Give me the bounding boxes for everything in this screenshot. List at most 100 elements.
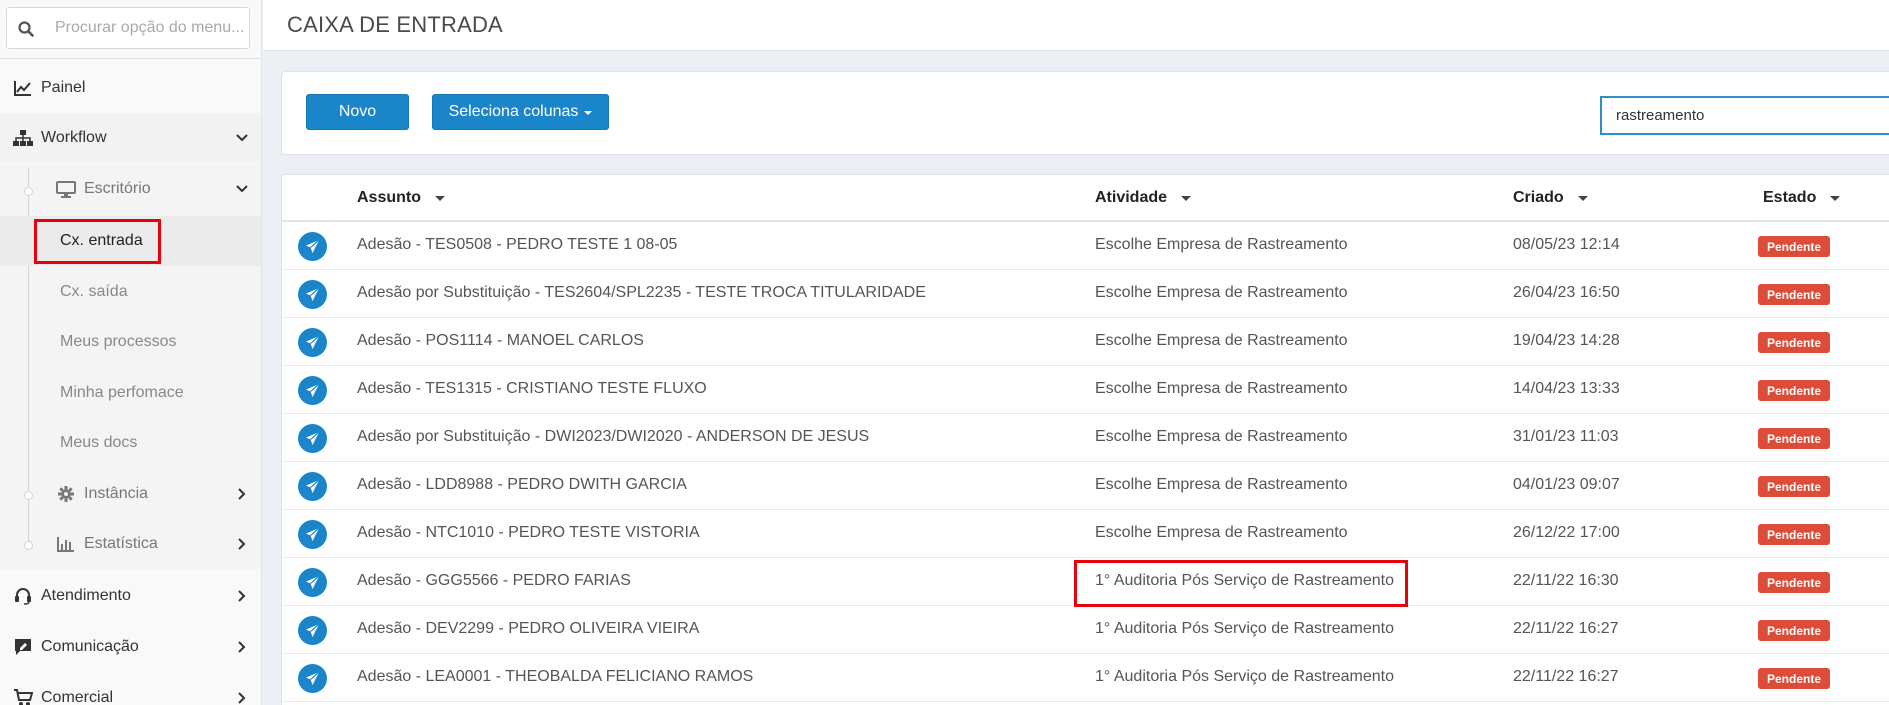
cell-atividade: Escolhe Empresa de Rastreamento (1095, 380, 1348, 397)
sidebar-item-escritorio[interactable]: Escritório (0, 164, 261, 214)
page-title: CAIXA DE ENTRADA (287, 12, 503, 37)
cell-criado: 14/04/23 13:33 (1513, 380, 1620, 397)
cell-criado: 19/04/23 14:28 (1513, 332, 1620, 349)
chevron-right-icon (236, 538, 248, 550)
sidebar-item-label: Workflow (41, 129, 107, 146)
gear-icon (56, 485, 76, 503)
table-row[interactable]: Adesão - TES0508 - PEDRO TESTE 1 08-05 Es… (282, 222, 1889, 270)
send-icon[interactable] (298, 328, 327, 357)
table-row[interactable]: Adesão - POS1114 - MANOEL CARLOS Escolhe … (282, 318, 1889, 366)
cell-assunto: Adesão por Substituição - TES2604/SPL223… (357, 284, 926, 301)
sidebar-item-label: Minha perfomace (60, 384, 184, 401)
bar-chart-icon (56, 535, 76, 553)
send-icon[interactable] (298, 280, 327, 309)
sidebar-item-cx-saida[interactable]: Cx. saída (0, 267, 261, 317)
column-header-label: Atividade (1095, 189, 1168, 206)
sidebar-item-workflow[interactable]: Workflow (0, 113, 261, 163)
inbox-table: Assunto Atividade Criado Estado Adesão -… (281, 174, 1889, 705)
select-columns-label: Seleciona colunas (448, 103, 579, 120)
send-icon[interactable] (298, 568, 327, 597)
send-icon[interactable] (298, 664, 327, 693)
sidebar-item-label: Estatística (84, 535, 158, 552)
table-row[interactable]: Adesão - DEV2299 - PEDRO OLIVEIRA VIEIRA… (282, 606, 1889, 654)
status-badge: Pendente (1758, 476, 1831, 497)
cell-assunto: Adesão - POS1114 - MANOEL CARLOS (357, 332, 644, 349)
sidebar-item-painel[interactable]: Painel (0, 63, 261, 113)
table-row[interactable]: Adesão - NTC1010 - PEDRO TESTE VISTORIA E… (282, 510, 1889, 558)
filter-input[interactable] (1600, 96, 1889, 135)
sidebar-item-comercial[interactable]: Comercial (0, 673, 261, 705)
cell-atividade: Escolhe Empresa de Rastreamento (1095, 284, 1348, 301)
chevron-right-icon (236, 590, 248, 602)
comment-edit-icon (13, 637, 33, 657)
cell-atividade: Escolhe Empresa de Rastreamento (1095, 524, 1348, 541)
sidebar-item-meus-docs[interactable]: Meus docs (0, 418, 261, 468)
cell-criado: 22/11/22 16:30 (1513, 572, 1619, 589)
cell-assunto: Adesão - TES1315 - CRISTIANO TESTE FLUXO (357, 380, 707, 397)
send-icon[interactable] (298, 472, 327, 501)
sidebar-item-label: Meus processos (60, 333, 177, 350)
sort-caret-icon (435, 195, 445, 201)
desktop-icon (56, 180, 76, 198)
cell-atividade: 1° Auditoria Pós Serviço de Rastreamento (1095, 668, 1394, 685)
main-content: CAIXA DE ENTRADA Novo Seleciona colunas … (263, 0, 1889, 705)
page-header: CAIXA DE ENTRADA (263, 0, 1889, 51)
table-row[interactable]: Adesão por Substituição - TES2604/SPL223… (282, 270, 1889, 318)
table-row[interactable]: Adesão - LEA0001 - THEOBALDA FELICIANO R… (282, 654, 1889, 702)
sidebar-item-instancia[interactable]: Instância (0, 469, 261, 519)
cell-atividade: 1° Auditoria Pós Serviço de Rastreamento (1095, 620, 1394, 637)
column-header-criado[interactable]: Criado (1513, 189, 1588, 207)
cell-criado: 22/11/22 16:27 (1513, 668, 1619, 685)
headset-icon (13, 586, 33, 606)
sidebar-item-label: Atendimento (41, 587, 131, 604)
sort-caret-icon (1830, 195, 1841, 201)
sort-caret-icon (1181, 195, 1192, 201)
sidebar: Painel Workflow Escritório Cx. entrada C… (0, 0, 262, 705)
cell-atividade: Escolhe Empresa de Rastreamento (1095, 428, 1348, 445)
sidebar-item-label: Cx. saída (60, 283, 128, 300)
column-header-estado[interactable]: Estado (1763, 189, 1841, 207)
cell-criado: 08/05/23 12:14 (1513, 236, 1620, 253)
sidebar-item-atendimento[interactable]: Atendimento (0, 571, 261, 621)
status-badge: Pendente (1758, 428, 1831, 449)
send-icon[interactable] (298, 424, 327, 453)
sidebar-item-label: Painel (41, 79, 86, 96)
send-icon[interactable] (298, 376, 327, 405)
cell-assunto: Adesão - LDD8988 - PEDRO DWITH GARCIA (357, 476, 687, 493)
sidebar-item-meus-processos[interactable]: Meus processos (0, 317, 261, 367)
column-header-label: Assunto (357, 189, 421, 206)
cell-atividade: Escolhe Empresa de Rastreamento (1095, 476, 1348, 493)
send-icon[interactable] (298, 616, 327, 645)
table-row[interactable]: Adesão por Substituição - DWI2023/DWI202… (282, 414, 1889, 462)
sort-caret-icon (1577, 195, 1588, 201)
sidebar-item-minha-perfomace[interactable]: Minha perfomace (0, 368, 261, 418)
select-columns-button[interactable]: Seleciona colunas (432, 94, 609, 130)
cell-criado: 31/01/23 11:03 (1513, 428, 1619, 445)
table-row[interactable]: Adesão - LDD8988 - PEDRO DWITH GARCIA Esc… (282, 462, 1889, 510)
sidebar-item-estatistica[interactable]: Estatística (0, 519, 261, 569)
toolbar-panel: Novo Seleciona colunas (281, 71, 1889, 155)
column-header-assunto[interactable]: Assunto (357, 189, 445, 207)
menu-search-box[interactable] (6, 7, 250, 49)
cell-atividade: Escolhe Empresa de Rastreamento (1095, 236, 1348, 253)
chevron-right-icon (236, 488, 248, 500)
new-button[interactable]: Novo (306, 94, 409, 130)
table-row[interactable]: Adesão - TES1315 - CRISTIANO TESTE FLUXO… (282, 366, 1889, 414)
cell-criado: 26/12/22 17:00 (1513, 524, 1620, 541)
status-badge: Pendente (1758, 284, 1831, 305)
column-header-label: Estado (1763, 189, 1817, 206)
sidebar-item-comunicacao[interactable]: Comunicação (0, 622, 261, 672)
send-icon[interactable] (298, 232, 327, 261)
column-header-atividade[interactable]: Atividade (1095, 189, 1192, 207)
menu-search-input[interactable] (55, 17, 245, 39)
search-icon (18, 21, 34, 37)
send-icon[interactable] (298, 520, 327, 549)
sidebar-item-label: Instância (84, 485, 149, 502)
status-badge: Pendente (1758, 620, 1831, 641)
highlight-box (1074, 560, 1408, 607)
highlight-box (34, 219, 161, 264)
chevron-down-icon (236, 132, 248, 144)
shopping-cart-icon (13, 688, 33, 705)
cell-assunto: Adesão - TES0508 - PEDRO TESTE 1 08-05 (357, 236, 678, 253)
sitemap-icon (13, 128, 33, 148)
